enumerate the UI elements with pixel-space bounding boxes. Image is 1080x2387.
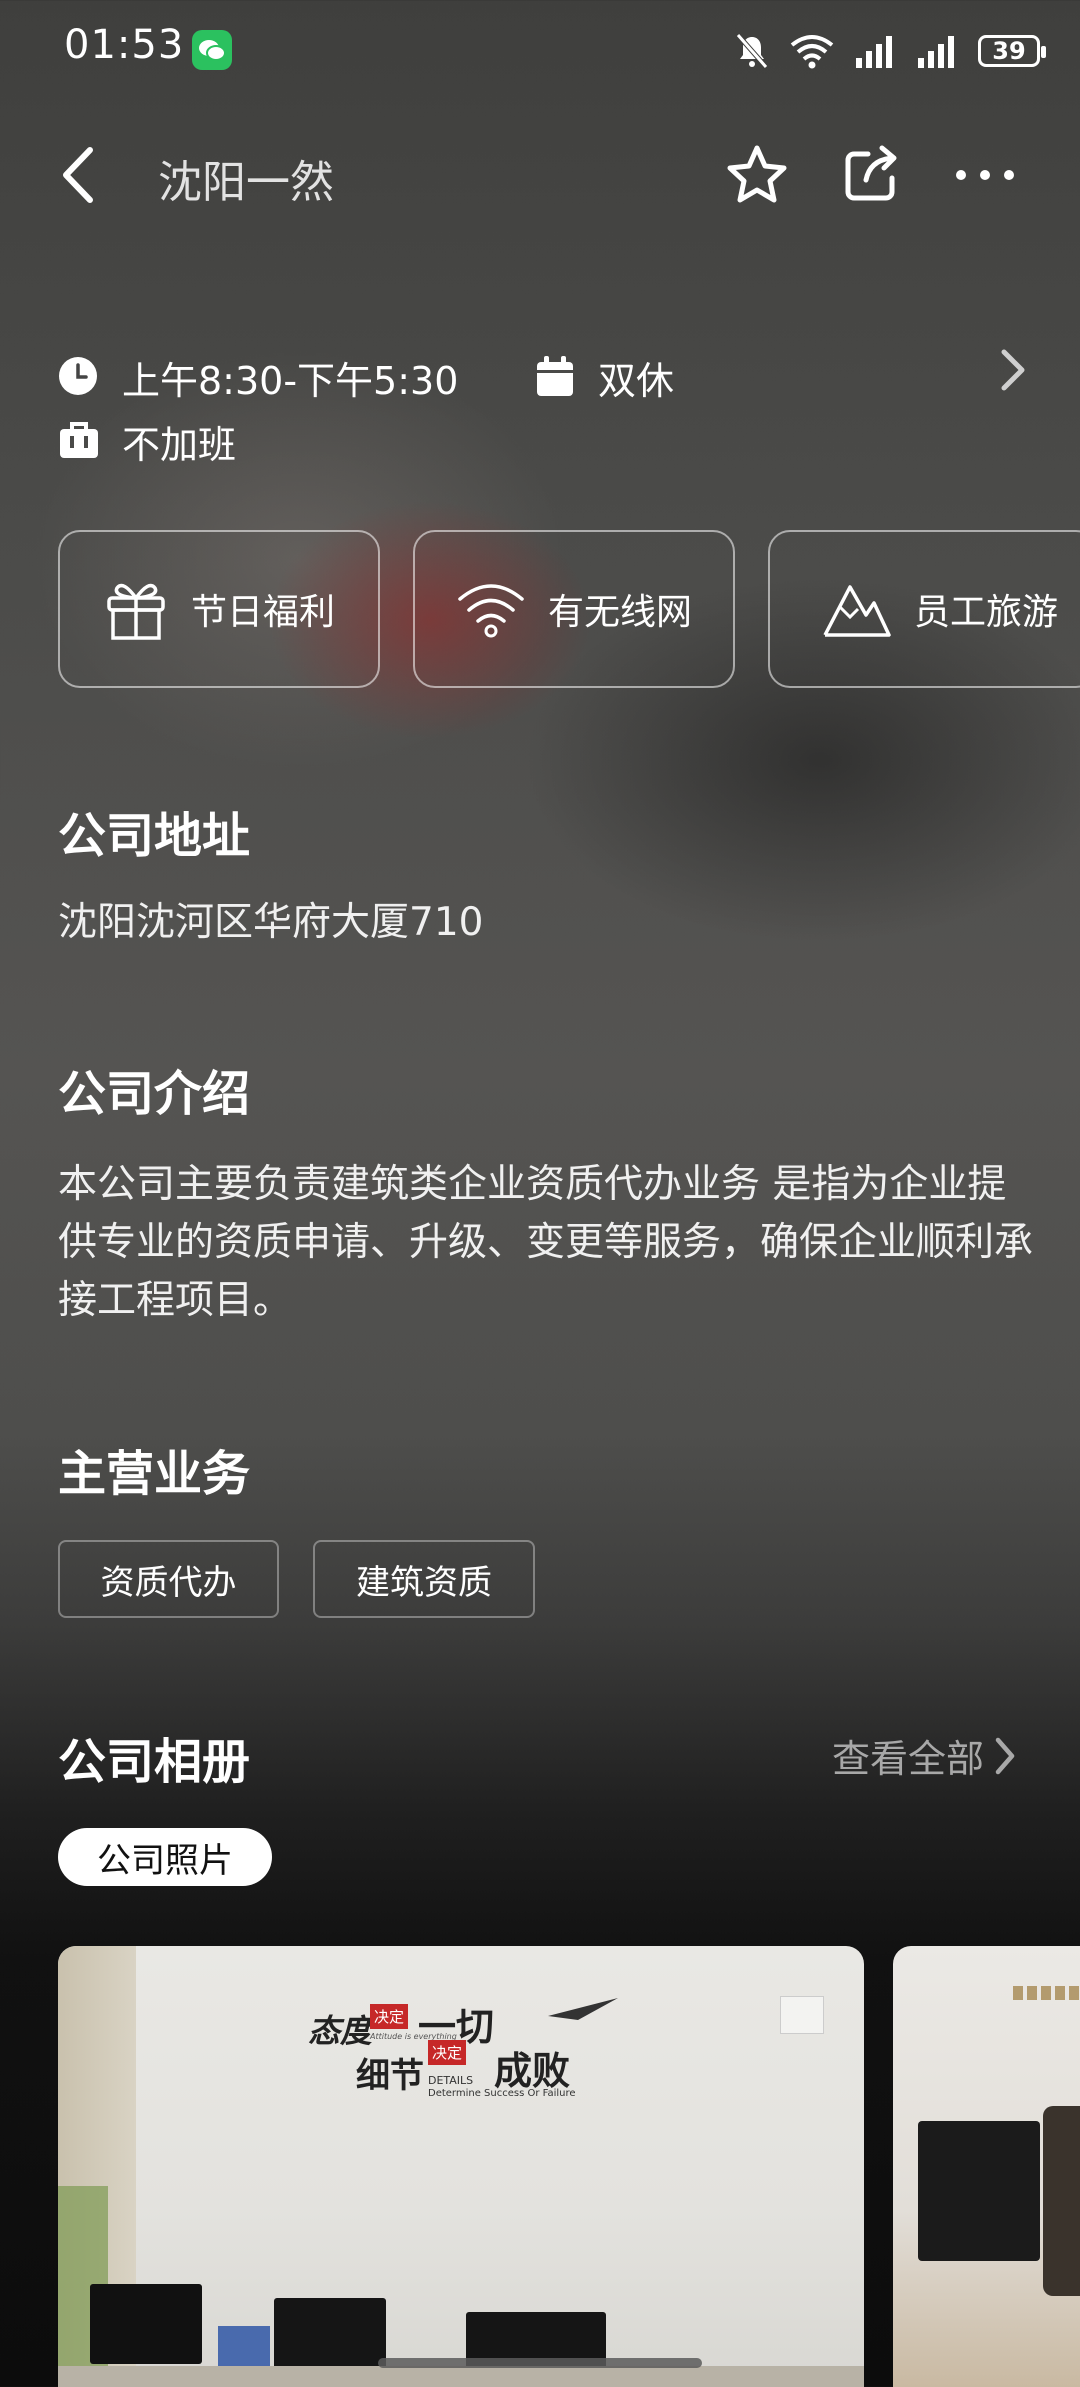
view-all-label: 查看全部 [831, 1737, 984, 1781]
wifi-status-icon [790, 35, 834, 69]
battery-indicator: 39 [978, 35, 1046, 67]
slogan-badge: 决定 [370, 2004, 409, 2029]
slogan-badge: 决定 [428, 2040, 467, 2065]
page-title: 沈阳一然 [158, 157, 334, 208]
section-title-album: 公司相册 [58, 1734, 251, 1790]
more-icon[interactable] [950, 140, 1020, 210]
view-all-link[interactable]: 查看全部 [832, 1728, 1018, 1783]
signal-icon-1 [856, 36, 892, 68]
desk-surface [58, 2366, 864, 2387]
benefit-card-wifi[interactable]: 有无线网 [413, 530, 735, 688]
mute-bell-icon [736, 33, 768, 69]
slogan-details: DETAILS [428, 2074, 474, 2087]
share-icon[interactable] [836, 140, 906, 210]
section-title-intro: 公司介绍 [58, 1066, 251, 1122]
business-tag: 建筑资质 [313, 1540, 535, 1618]
wifi-icon [458, 584, 524, 638]
wall-router [780, 1996, 824, 2034]
status-time: 01:53 [64, 22, 185, 68]
business-tag: 资质代办 [58, 1540, 279, 1618]
office-chair [1043, 2106, 1080, 2296]
slogan-text: 态度 [308, 2012, 373, 2050]
benefit-label: 节日福利 [190, 592, 335, 633]
company-photo-2[interactable] [893, 1946, 1080, 2387]
mountain-icon [823, 585, 891, 637]
work-hours: 上午8:30-下午5:30 [122, 359, 459, 403]
status-icons: 39 [734, 26, 1046, 76]
wall-hooks [1013, 1986, 1080, 2000]
slogan-sub: Determine Success Or Failure [428, 2088, 576, 2099]
section-title-business: 主营业务 [58, 1446, 251, 1502]
benefit-label: 员工旅游 [914, 592, 1059, 633]
section-title-address: 公司地址 [58, 808, 251, 864]
benefit-card-holiday[interactable]: 节日福利 [58, 530, 380, 688]
wall-slogan: 态度 决定 一切 Attitude is everything 细节 决定 成败… [308, 1996, 668, 2116]
company-photo-1[interactable]: 态度 决定 一切 Attitude is everything 细节 决定 成败… [58, 1946, 864, 2387]
home-indicator[interactable] [378, 2358, 702, 2368]
company-address: 沈阳沈河区华府大厦710 [58, 900, 484, 945]
gift-icon [107, 583, 165, 640]
chevron-right-icon[interactable] [992, 340, 1032, 400]
overtime-policy: 不加班 [122, 423, 237, 467]
slogan-text: 细节 [356, 2056, 424, 2096]
briefcase-icon [58, 420, 100, 460]
benefit-card-travel[interactable]: 员工旅游 [768, 530, 1080, 688]
printer-cabinet [918, 2121, 1040, 2261]
tab-company-photos[interactable]: 公司照片 [58, 1828, 272, 1886]
chevron-right-icon [995, 1737, 1015, 1774]
signal-icon-2 [918, 36, 954, 68]
company-intro: 本公司主要负责建筑类企业资质代办业务 是指为企业提供专业的资质申请、升级、变更等… [58, 1162, 1034, 1323]
wechat-notification-icon [192, 30, 232, 70]
benefit-label: 有无线网 [547, 592, 692, 633]
paper-plane-icon [548, 1998, 618, 2020]
rest-policy: 双休 [598, 359, 675, 403]
star-icon[interactable] [722, 140, 792, 210]
slogan-text: 成败 [494, 2048, 571, 2093]
clock-icon [58, 356, 98, 396]
back-arrow-icon[interactable] [56, 140, 106, 210]
calendar-icon [535, 356, 575, 398]
monitor [90, 2284, 202, 2364]
